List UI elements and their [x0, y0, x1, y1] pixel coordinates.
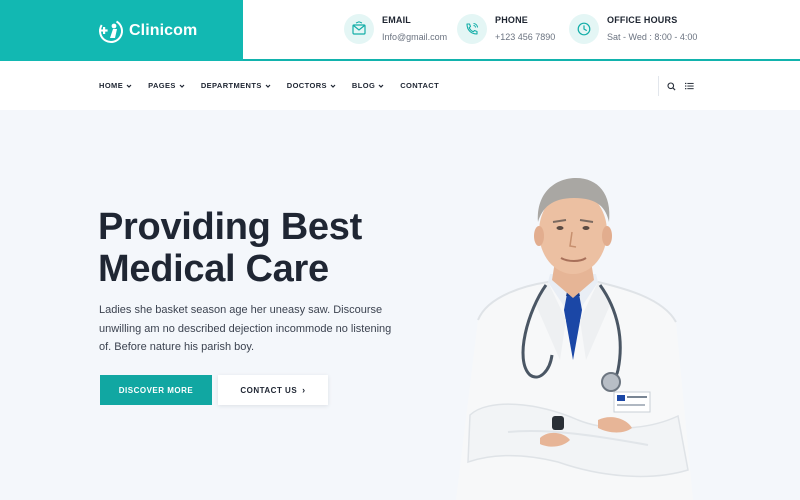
- nav-item-departments[interactable]: DEPARTMENTS: [201, 81, 271, 90]
- chevron-down-icon: [330, 84, 336, 88]
- phone-icon: [457, 14, 487, 44]
- hero-title-line2: Medical Care: [98, 248, 329, 290]
- search-button[interactable]: [665, 80, 677, 92]
- contact-phone[interactable]: PHONE +123 456 7890: [457, 13, 555, 44]
- nav-item-label: DEPARTMENTS: [200, 81, 262, 90]
- nav-item-label: CONTACT: [400, 81, 440, 90]
- hero-description: Ladies she basket season age her uneasy …: [99, 304, 392, 353]
- nav-item-label: HOME: [99, 81, 124, 90]
- logo-icon: [99, 18, 123, 43]
- chevron-down-icon: [179, 84, 185, 88]
- nav-item-label: DOCTORS: [286, 81, 327, 90]
- contact-us-button[interactable]: CONTACT US ›: [218, 375, 328, 405]
- doctor-image: [456, 178, 693, 500]
- nav-item-contact[interactable]: CONTACT: [400, 81, 439, 90]
- menu-list-icon: [684, 82, 694, 90]
- top-header: Clinicom EMAIL Info@gmail.com PHONE +123…: [0, 0, 800, 61]
- nav-item-doctors[interactable]: DOCTORS: [287, 81, 336, 90]
- hero-title: Providing Best Medical Care: [98, 206, 428, 290]
- contact-email-title: EMAIL: [382, 15, 411, 25]
- mail-icon: [344, 14, 374, 44]
- side-menu-button[interactable]: [683, 80, 695, 92]
- contact-email[interactable]: EMAIL Info@gmail.com: [344, 13, 447, 44]
- hero-title-line1: Providing Best: [98, 206, 362, 248]
- contact-phone-value[interactable]: +123 456 7890: [495, 32, 555, 42]
- nav-item-label: PAGES: [148, 81, 176, 90]
- chevron-right-icon: ›: [302, 385, 306, 395]
- contact-email-value[interactable]: Info@gmail.com: [382, 32, 447, 42]
- contact-us-label: CONTACT US: [240, 385, 298, 395]
- discover-more-button[interactable]: DISCOVER MORE: [100, 375, 212, 405]
- contact-hours-value: Sat - Wed : 8:00 - 4:00: [607, 32, 698, 42]
- chevron-down-icon: [378, 84, 384, 88]
- discover-more-label: DISCOVER MORE: [118, 385, 194, 395]
- chevron-down-icon: [126, 84, 132, 88]
- brand-logo[interactable]: Clinicom: [0, 0, 243, 61]
- nav-item-blog[interactable]: BLOG: [352, 81, 384, 90]
- nav-item-label: BLOG: [351, 81, 376, 90]
- nav-item-home[interactable]: HOME: [99, 81, 132, 90]
- nav-divider: [658, 76, 659, 96]
- contact-hours: OFFICE HOURS Sat - Wed : 8:00 - 4:00: [569, 13, 697, 44]
- nav-menu: HOME PAGES DEPARTMENTS DOCTORS BLOG CONT…: [99, 61, 455, 110]
- contact-hours-title: OFFICE HOURS: [607, 15, 678, 25]
- main-navigation: HOME PAGES DEPARTMENTS DOCTORS BLOG CONT…: [0, 61, 800, 110]
- nav-item-pages[interactable]: PAGES: [148, 81, 185, 90]
- brand-name: Clinicom: [129, 21, 198, 39]
- chevron-down-icon: [265, 84, 271, 88]
- search-icon: [666, 81, 676, 91]
- clock-icon: [569, 14, 599, 44]
- contact-phone-title: PHONE: [495, 15, 529, 25]
